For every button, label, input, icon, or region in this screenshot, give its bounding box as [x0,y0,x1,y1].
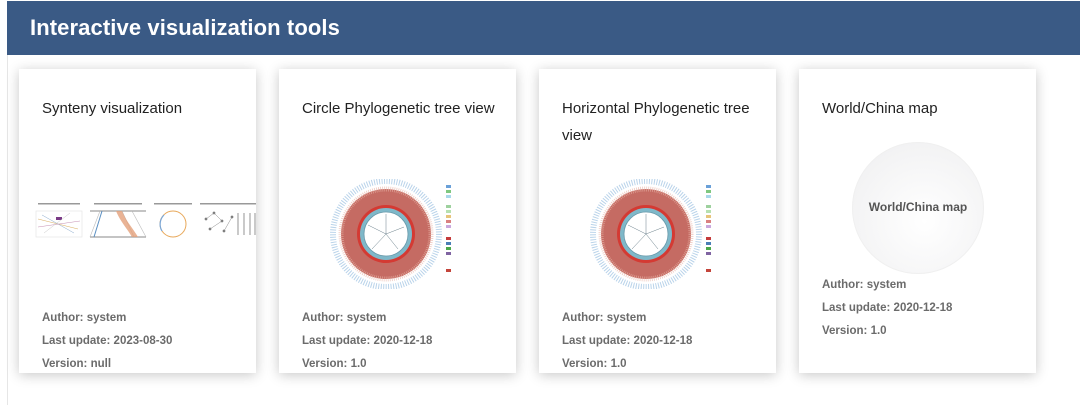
tool-card-synteny[interactable]: Synteny visualization Author: system Las… [19,69,256,373]
card-author: Author: system [822,279,907,291]
card-last-update: Last update: 2023-08-30 [42,335,173,347]
card-last-update: Last update: 2020-12-18 [302,335,433,347]
card-version: Version: 1.0 [822,325,887,337]
page-header: Interactive visualization tools [7,1,1080,55]
map-thumbnail: World/China map [852,142,984,274]
card-title: Horizontal Phylogenetic tree view [562,100,750,144]
synteny-thumbnail [35,203,256,238]
card-last-update: Last update: 2020-12-18 [562,335,693,347]
synteny-panel-2 [89,210,147,238]
card-version: Version: 1.0 [562,358,627,370]
tool-card-world-china-map[interactable]: World/China map World/China map Author: … [799,69,1036,373]
map-thumbnail-label: World/China map [868,200,968,214]
card-author: Author: system [302,312,387,324]
card-last-update: Last update: 2020-12-18 [822,302,953,314]
page-title: Interactive visualization tools [30,15,340,40]
horizontal-tree-thumbnail [590,179,711,289]
circle-tree-thumbnail [330,179,451,289]
card-title: Circle Phylogenetic tree view [302,100,495,117]
card-title: Synteny visualization [42,100,183,117]
synteny-panel-5 [237,213,256,235]
card-title: World/China map [822,100,938,117]
synteny-panel-1 [35,210,83,238]
card-version: Version: null [42,358,112,370]
synteny-panel-4 [204,211,234,233]
horizontal-tree-legend [706,185,711,272]
circle-tree-legend [446,185,451,272]
card-version: Version: 1.0 [302,358,367,370]
tool-card-horizontal-tree[interactable]: Horizontal Phylogenetic tree view Author… [539,69,776,373]
tool-card-circle-tree[interactable]: Circle Phylogenetic tree view Author: sy… [279,69,516,373]
card-author: Author: system [562,312,647,324]
card-author: Author: system [42,312,127,324]
